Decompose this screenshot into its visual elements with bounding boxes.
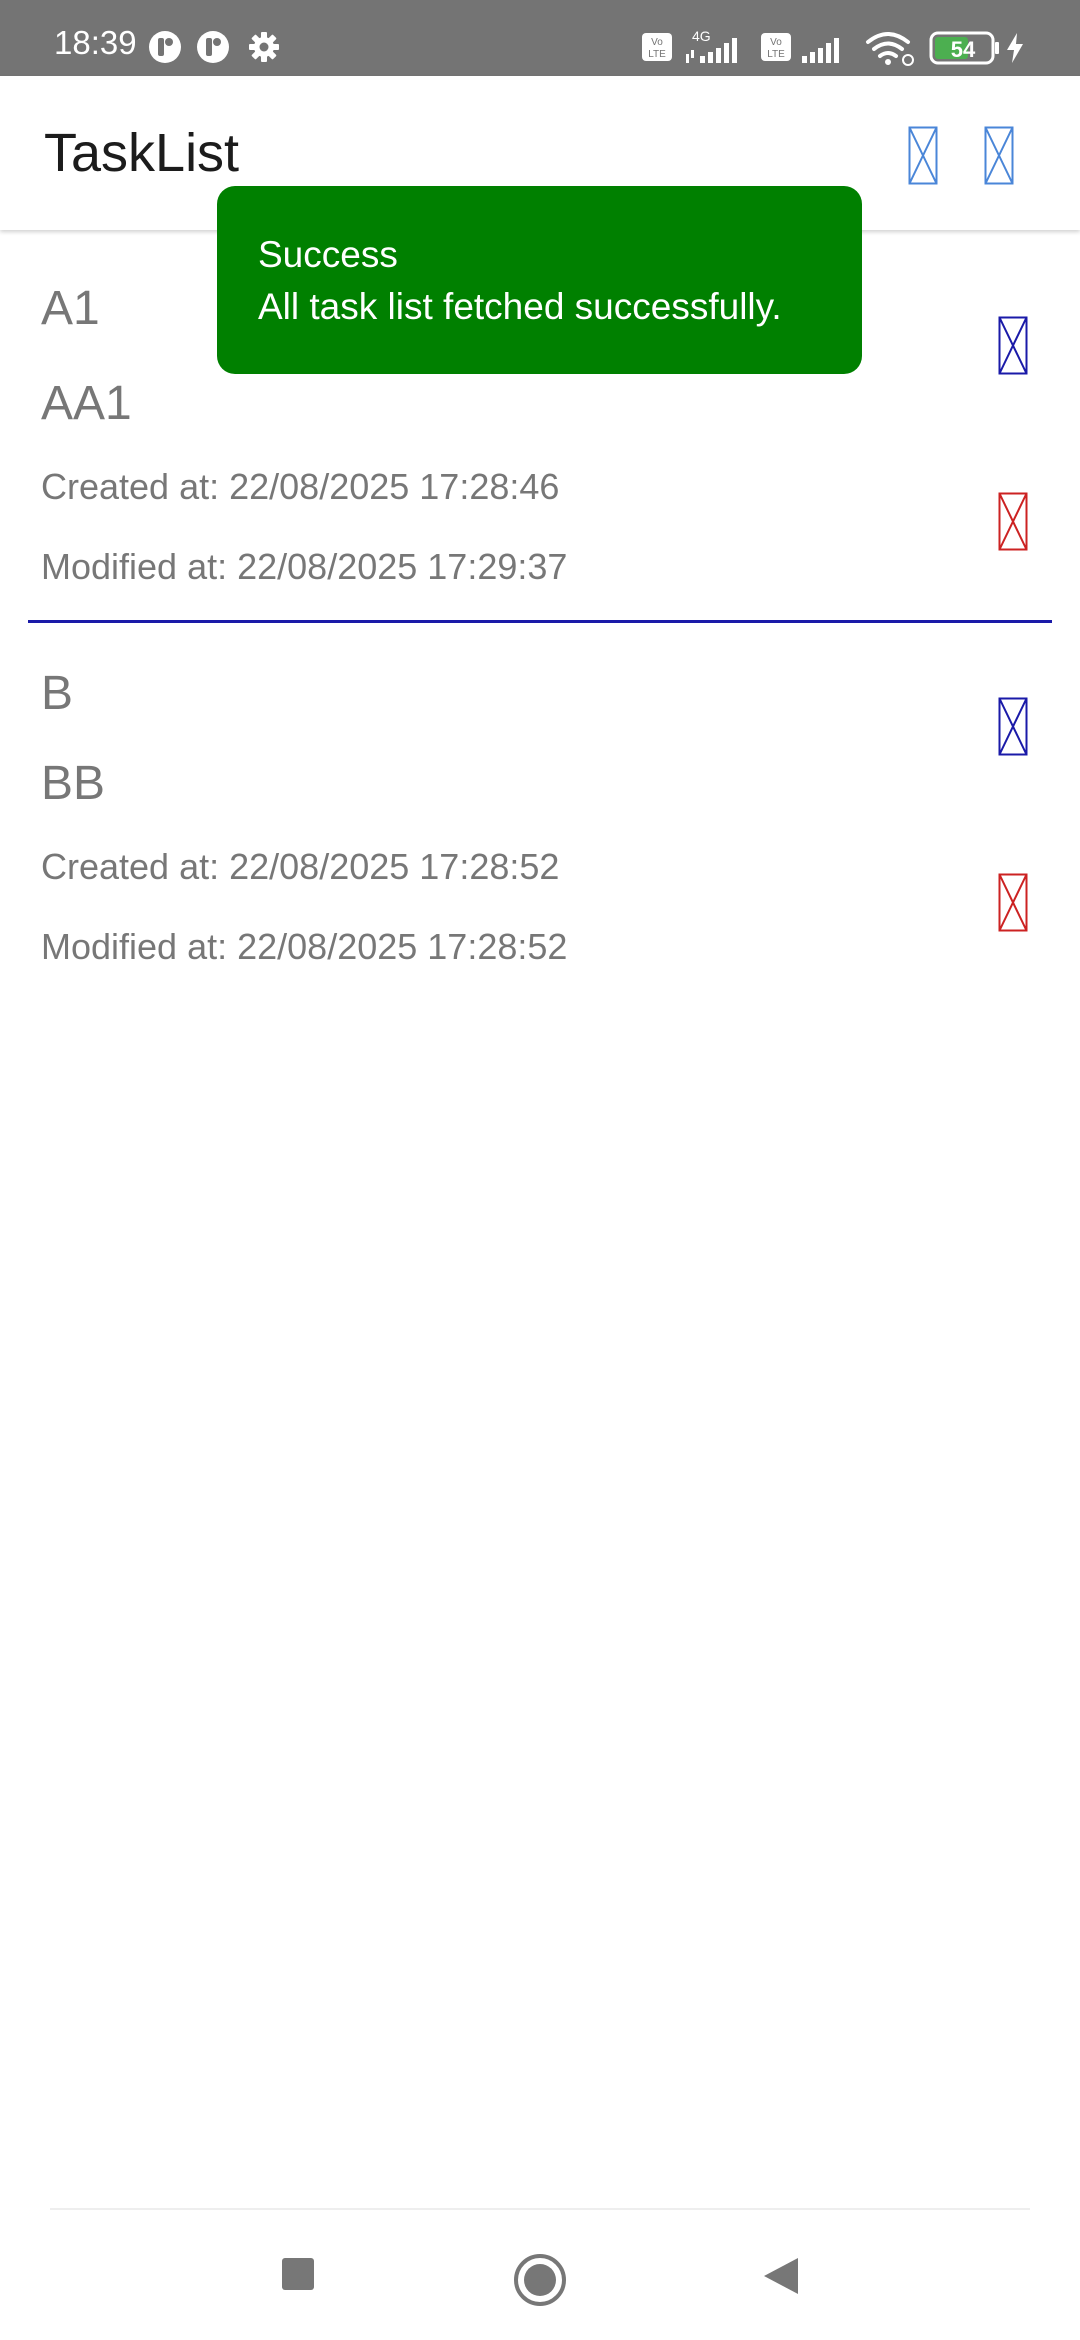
list-divider [28,620,1052,623]
task-title: A1 [41,282,100,335]
toast-title: Success [258,234,398,275]
refresh-button[interactable] [984,126,1034,188]
task-title: B [41,667,74,720]
charging-bolt-icon [1007,33,1023,63]
recents-square-icon[interactable] [278,2254,318,2294]
task-description: BB [41,757,106,810]
task-created-at: Created at: 22/08/2025 17:28:52 [41,846,560,887]
settings-gear-icon [249,32,279,62]
delete-task-button[interactable] [998,492,1034,556]
add-task-button[interactable] [908,126,958,188]
task-created-at: Created at: 22/08/2025 17:28:46 [41,466,560,507]
page-title: TaskList [44,123,240,183]
svg-text:Vo: Vo [770,37,782,48]
back-triangle-icon[interactable] [758,2254,802,2298]
volte-icon: Vo LTE [761,33,791,61]
success-toast[interactable]: Success All task list fetched successful… [217,186,862,374]
task-modified-at: Modified at: 22/08/2025 17:29:37 [41,546,568,587]
signal-icon [802,38,839,63]
home-circle-icon[interactable] [510,2250,570,2310]
svg-text:Vo: Vo [651,37,663,48]
volte-icon: Vo LTE [642,33,672,61]
status-bar: 18:39 Vo LTE 4G Vo LTE 54 [0,0,1080,76]
edit-task-button[interactable] [998,697,1034,761]
battery-level: 54 [950,37,976,62]
delete-task-button[interactable] [998,873,1034,937]
toast-message: All task list fetched successfully. [258,286,782,327]
task-modified-at: Modified at: 22/08/2025 17:28:52 [41,926,568,967]
signal-icon [686,38,737,63]
svg-text:LTE: LTE [767,49,785,60]
task-description: AA1 [41,377,132,430]
notification-app-icon [197,31,229,63]
notification-app-icon [149,31,181,63]
svg-text:LTE: LTE [648,49,666,60]
nav-bar-divider [50,2208,1030,2210]
status-time: 18:39 [54,24,137,61]
edit-task-button[interactable] [998,316,1034,380]
list-item[interactable]: B BB Created at: 22/08/2025 17:28:52 Mod… [28,625,1052,1017]
wifi-icon [866,32,914,66]
